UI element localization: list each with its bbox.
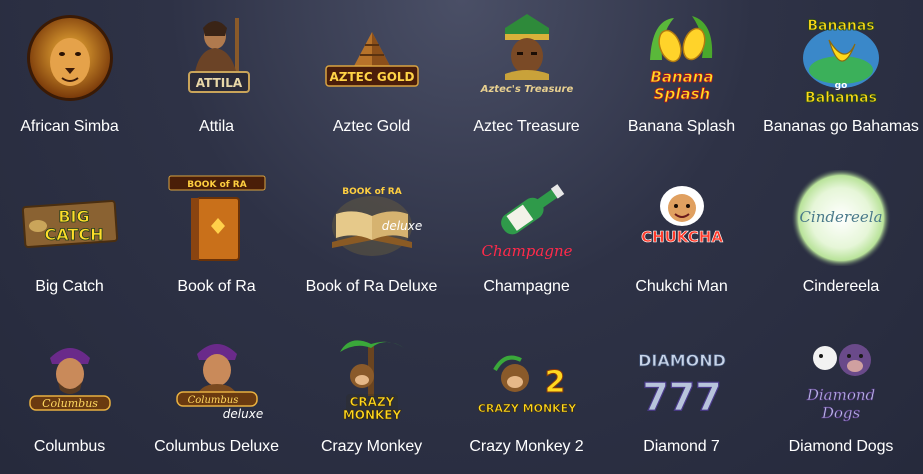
columbus-icon: Columbus <box>18 330 122 426</box>
svg-text:Banana: Banana <box>650 68 713 86</box>
game-tile-book-of-ra-deluxe[interactable]: BOOK of RA deluxe Book of Ra Deluxe <box>294 160 449 320</box>
game-title: Aztec Gold <box>332 118 411 135</box>
pyramid-icon: AZTEC GOLD <box>320 10 424 106</box>
game-tile-aztec-treasure[interactable]: Aztec's Treasure Aztec Treasure <box>449 0 604 160</box>
svg-text:Aztec's Treasure: Aztec's Treasure <box>479 84 573 95</box>
champagne-bottle-icon: Champagne <box>475 170 579 266</box>
warrior-icon: ATTILA <box>165 10 269 106</box>
svg-text:Champagne: Champagne <box>481 242 572 260</box>
game-title: Banana Splash <box>627 118 736 135</box>
chukchi-icon: CHUKCHA <box>630 170 734 266</box>
fish-sign-icon: BIG CATCH <box>18 170 122 266</box>
svg-text:Columbus: Columbus <box>187 395 238 406</box>
game-tile-crazy-monkey-2[interactable]: 2 CRAZY MONKEY Crazy Monkey 2 <box>449 320 604 474</box>
game-title: Book of Ra Deluxe <box>305 278 438 295</box>
game-tile-bananas-go-bahamas[interactable]: Bananas go Bahamas Bananas go Bahamas <box>759 0 923 160</box>
svg-text:Cindereela: Cindereela <box>799 208 882 226</box>
game-tile-big-catch[interactable]: BIG CATCH Big Catch <box>0 160 139 320</box>
svg-text:Bananas: Bananas <box>807 18 874 34</box>
glow-orb-icon: Cindereela <box>789 170 893 266</box>
game-tile-diamond-7[interactable]: DIAMOND 777 Diamond 7 <box>604 320 759 474</box>
game-tile-aztec-gold[interactable]: AZTEC GOLD Aztec Gold <box>294 0 449 160</box>
game-title: Champagne <box>483 278 570 295</box>
svg-text:CHUKCHA: CHUKCHA <box>641 228 723 246</box>
game-title: Book of Ra <box>177 278 256 295</box>
game-title: Bananas go Bahamas <box>763 118 919 135</box>
game-title: Diamond Dogs <box>788 438 894 455</box>
svg-text:DIAMOND: DIAMOND <box>638 351 726 370</box>
game-title: Attila <box>199 118 234 135</box>
svg-text:BOOK of RA: BOOK of RA <box>342 187 401 197</box>
game-title: Big Catch <box>35 278 104 295</box>
game-tile-champagne[interactable]: Champagne Champagne <box>449 160 604 320</box>
game-title: Columbus <box>33 438 106 455</box>
book-icon: BOOK of RA <box>165 170 269 266</box>
game-title: Diamond 7 <box>643 438 720 455</box>
dog-icon: Diamond Dogs <box>789 330 893 426</box>
game-tile-attila[interactable]: ATTILA Attila <box>139 0 294 160</box>
banana-icon: Bananas go Bahamas <box>789 10 893 106</box>
svg-text:deluxe: deluxe <box>381 219 421 233</box>
game-title: Cindereela <box>802 278 880 295</box>
svg-text:ATTILA: ATTILA <box>195 76 242 90</box>
svg-text:CATCH: CATCH <box>44 225 103 244</box>
svg-text:deluxe: deluxe <box>222 407 262 421</box>
game-title: Chukchi Man <box>635 278 728 295</box>
svg-text:BIG: BIG <box>58 207 89 226</box>
svg-text:BOOK of RA: BOOK of RA <box>187 180 246 190</box>
columbus-deluxe-icon: Columbus deluxe <box>165 330 269 426</box>
aztec-head-icon: Aztec's Treasure <box>475 10 579 106</box>
svg-text:MONKEY: MONKEY <box>342 408 401 422</box>
svg-text:Diamond: Diamond <box>806 386 875 404</box>
svg-text:CRAZY: CRAZY <box>349 395 394 409</box>
game-tile-diamond-dogs[interactable]: Diamond Dogs Diamond Dogs <box>759 320 923 474</box>
game-tile-african-simba[interactable]: African Simba <box>0 0 139 160</box>
svg-text:777: 777 <box>642 375 721 419</box>
diamond-seven-icon: DIAMOND 777 <box>630 330 734 426</box>
lion-icon <box>18 10 122 106</box>
svg-text:Splash: Splash <box>653 85 709 103</box>
game-grid: African Simba ATTILA Attila AZTEC GOLD A… <box>0 0 923 474</box>
game-title: Crazy Monkey <box>320 438 423 455</box>
monkey-palm-icon: CRAZY MONKEY <box>320 330 424 426</box>
game-tile-cindereela[interactable]: Cindereela Cindereela <box>759 160 923 320</box>
open-book-icon: BOOK of RA deluxe <box>320 170 424 266</box>
banana-splash-icon: Banana Splash <box>630 10 734 106</box>
game-tile-columbus[interactable]: Columbus Columbus <box>0 320 139 474</box>
game-title: Columbus Deluxe <box>154 438 279 455</box>
game-tile-columbus-deluxe[interactable]: Columbus deluxe Columbus Deluxe <box>139 320 294 474</box>
svg-text:2: 2 <box>544 365 565 400</box>
game-tile-chukchi-man[interactable]: CHUKCHA Chukchi Man <box>604 160 759 320</box>
game-tile-book-of-ra[interactable]: BOOK of RA Book of Ra <box>139 160 294 320</box>
game-title: Aztec Treasure <box>473 118 580 135</box>
svg-text:Columbus: Columbus <box>42 397 98 410</box>
svg-text:AZTEC GOLD: AZTEC GOLD <box>329 70 414 84</box>
game-tile-crazy-monkey[interactable]: CRAZY MONKEY Crazy Monkey <box>294 320 449 474</box>
svg-text:Dogs: Dogs <box>821 404 861 422</box>
monkey-two-icon: 2 CRAZY MONKEY <box>475 330 579 426</box>
game-tile-banana-splash[interactable]: Banana Splash Banana Splash <box>604 0 759 160</box>
game-title: African Simba <box>20 118 119 135</box>
svg-text:CRAZY MONKEY: CRAZY MONKEY <box>477 402 576 415</box>
game-title: Crazy Monkey 2 <box>469 438 584 455</box>
svg-text:Bahamas: Bahamas <box>805 90 877 106</box>
